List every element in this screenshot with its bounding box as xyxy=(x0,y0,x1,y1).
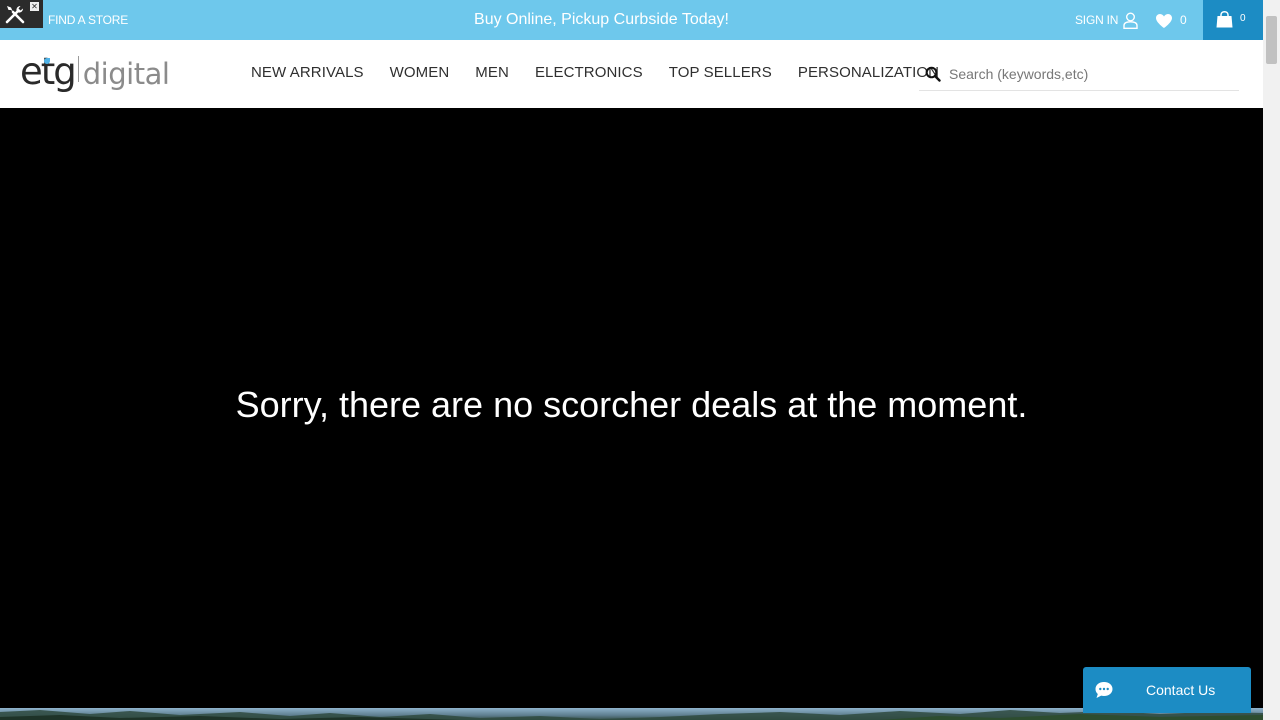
search-input[interactable] xyxy=(949,63,1234,85)
promo-banner-text[interactable]: Buy Online, Pickup Curbside Today! xyxy=(0,11,1203,29)
shopping-bag-icon xyxy=(1216,11,1233,28)
scrollbar-thumb[interactable] xyxy=(1266,16,1277,64)
logo-accent-mark xyxy=(44,58,50,64)
chat-bubble-icon xyxy=(1095,682,1113,698)
cart-button[interactable]: 0 xyxy=(1203,0,1263,40)
site-header: etg digital NEW ARRIVALS WOMEN MEN ELECTR… xyxy=(0,40,1263,108)
page-scrollbar[interactable] xyxy=(1263,0,1280,720)
cart-count: 0 xyxy=(1240,13,1246,24)
etg-digital-logo[interactable]: etg digital xyxy=(20,50,170,98)
logo-text-etg: etg xyxy=(20,50,77,93)
main-nav: NEW ARRIVALS WOMEN MEN ELECTRONICS TOP S… xyxy=(251,64,965,81)
logo-divider xyxy=(77,56,79,82)
search-icon[interactable] xyxy=(925,66,941,82)
wrench-screwdriver-icon[interactable] xyxy=(4,3,26,25)
landscape-image xyxy=(0,708,1263,720)
hero-banner: Sorry, there are no scorcher deals at th… xyxy=(0,108,1263,708)
nav-item-top-sellers[interactable]: TOP SELLERS xyxy=(669,64,772,81)
nav-item-personalization[interactable]: PERSONALIZATION xyxy=(798,64,939,81)
nav-item-men[interactable]: MEN xyxy=(475,64,509,81)
contact-us-button[interactable]: Contact Us xyxy=(1083,667,1251,713)
nav-item-electronics[interactable]: ELECTRONICS xyxy=(535,64,643,81)
heart-icon[interactable] xyxy=(1155,13,1173,29)
logo-text-digital: digital xyxy=(82,57,170,91)
tools-widget[interactable]: ✕ xyxy=(0,0,43,28)
nav-item-new-arrivals[interactable]: NEW ARRIVALS xyxy=(251,64,364,81)
close-icon[interactable]: ✕ xyxy=(30,2,39,11)
search-bar xyxy=(919,57,1239,91)
mountain-silhouette xyxy=(0,710,1263,720)
contact-us-label: Contact Us xyxy=(1146,682,1216,698)
no-deals-message: Sorry, there are no scorcher deals at th… xyxy=(235,384,1028,425)
wishlist-count: 0 xyxy=(1180,13,1187,27)
nav-item-women[interactable]: WOMEN xyxy=(390,64,450,81)
sign-in-link[interactable]: SIGN IN xyxy=(1075,13,1118,27)
utility-bar: FIND A STORE Buy Online, Pickup Curbside… xyxy=(0,0,1263,40)
user-icon[interactable] xyxy=(1123,12,1138,29)
